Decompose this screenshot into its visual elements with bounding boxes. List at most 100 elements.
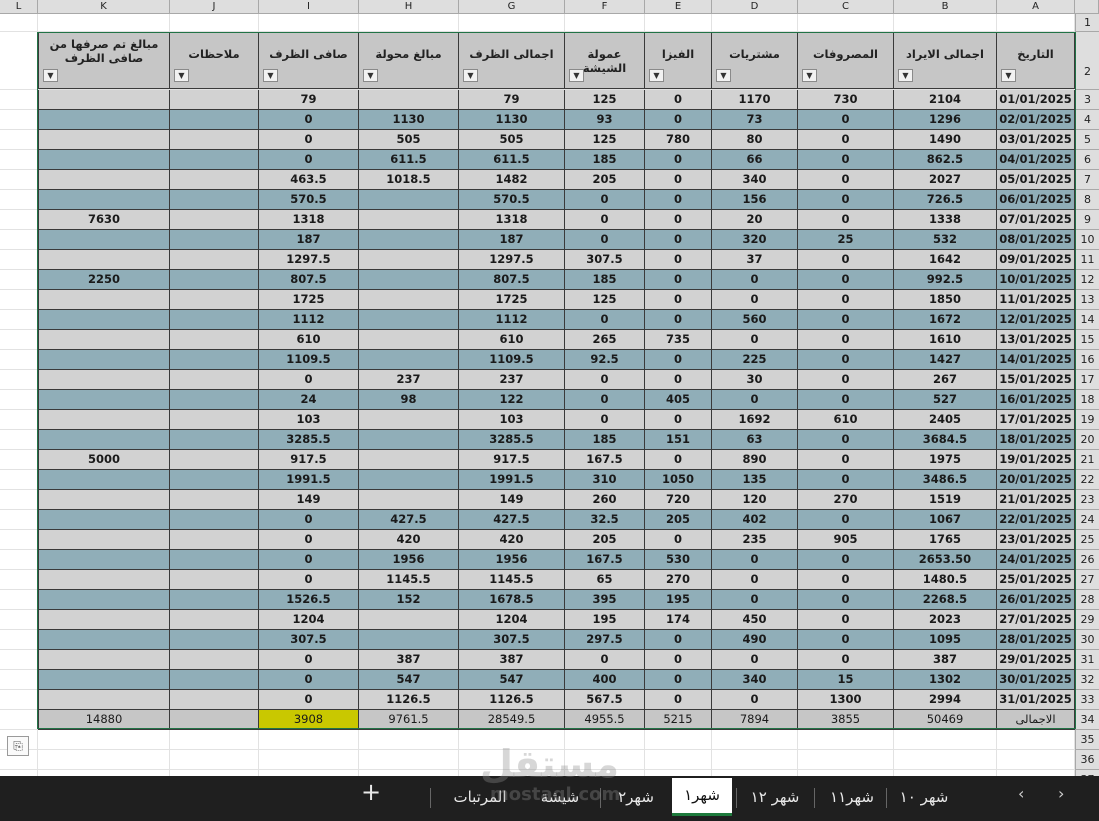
cell-E18[interactable]: 405 <box>645 390 712 410</box>
cell-I18[interactable]: 24 <box>259 390 359 410</box>
row-header-35[interactable]: 35 <box>1075 730 1099 750</box>
cell-G28[interactable]: 1678.5 <box>459 590 565 610</box>
cell-F28[interactable]: 395 <box>565 590 645 610</box>
cell-D5[interactable]: 80 <box>712 130 798 150</box>
cell-I23[interactable]: 149 <box>259 490 359 510</box>
cell-C30[interactable]: 0 <box>798 630 894 650</box>
cell-F4[interactable]: 93 <box>565 110 645 130</box>
cell-A6[interactable]: 04/01/2025 <box>997 150 1075 170</box>
cell-K14[interactable] <box>38 310 170 330</box>
cell-F26[interactable]: 167.5 <box>565 550 645 570</box>
total-cell-I[interactable]: 3908 <box>259 710 359 730</box>
row-header-20[interactable]: 20 <box>1075 430 1099 450</box>
cell-J25[interactable] <box>170 530 259 550</box>
cell-H30[interactable] <box>359 630 459 650</box>
cell-C6[interactable]: 0 <box>798 150 894 170</box>
cell-E32[interactable]: 0 <box>645 670 712 690</box>
cell-E28[interactable]: 195 <box>645 590 712 610</box>
column-header-L[interactable]: L <box>0 0 38 14</box>
cell-D7[interactable]: 340 <box>712 170 798 190</box>
cell-I15[interactable]: 610 <box>259 330 359 350</box>
column-header-K[interactable]: K <box>38 0 170 14</box>
cell-A24[interactable]: 22/01/2025 <box>997 510 1075 530</box>
cell-K4[interactable] <box>38 110 170 130</box>
cell-J30[interactable] <box>170 630 259 650</box>
row-header-3[interactable]: 3 <box>1075 90 1099 110</box>
row-header-6[interactable]: 6 <box>1075 150 1099 170</box>
cell-G3[interactable]: 79 <box>459 90 565 110</box>
row-header-34[interactable]: 34 <box>1075 710 1099 730</box>
cell-F25[interactable]: 205 <box>565 530 645 550</box>
column-header-H[interactable]: H <box>359 0 459 14</box>
filter-dropdown-icon[interactable]: ▼ <box>802 69 817 82</box>
cell-I32[interactable]: 0 <box>259 670 359 690</box>
cell-K19[interactable] <box>38 410 170 430</box>
cell-F14[interactable]: 0 <box>565 310 645 330</box>
cell-G26[interactable]: 1956 <box>459 550 565 570</box>
cell-K11[interactable] <box>38 250 170 270</box>
cell-I29[interactable]: 1204 <box>259 610 359 630</box>
cell-H10[interactable] <box>359 230 459 250</box>
cell-K16[interactable] <box>38 350 170 370</box>
cell-E11[interactable]: 0 <box>645 250 712 270</box>
cell-J27[interactable] <box>170 570 259 590</box>
filter-dropdown-icon[interactable]: ▼ <box>263 69 278 82</box>
filter-dropdown-icon[interactable]: ▼ <box>716 69 731 82</box>
cell-I16[interactable]: 1109.5 <box>259 350 359 370</box>
cell-E25[interactable]: 0 <box>645 530 712 550</box>
cell-I7[interactable]: 463.5 <box>259 170 359 190</box>
column-header-C[interactable]: C <box>798 0 894 14</box>
cell-I10[interactable]: 187 <box>259 230 359 250</box>
cell-D25[interactable]: 235 <box>712 530 798 550</box>
cell-D26[interactable]: 0 <box>712 550 798 570</box>
cell-G11[interactable]: 1297.5 <box>459 250 565 270</box>
cell-F7[interactable]: 205 <box>565 170 645 190</box>
cell-A12[interactable]: 10/01/2025 <box>997 270 1075 290</box>
cell-K7[interactable] <box>38 170 170 190</box>
cell-E13[interactable]: 0 <box>645 290 712 310</box>
column-header-G[interactable]: G <box>459 0 565 14</box>
cell-B6[interactable]: 862.5 <box>894 150 997 170</box>
cell-B10[interactable]: 532 <box>894 230 997 250</box>
cell-F12[interactable]: 185 <box>565 270 645 290</box>
filter-dropdown-icon[interactable]: ▼ <box>463 69 478 82</box>
row-header-1[interactable]: 1 <box>1075 14 1099 32</box>
cell-F16[interactable]: 92.5 <box>565 350 645 370</box>
cell-G22[interactable]: 1991.5 <box>459 470 565 490</box>
cell-C33[interactable]: 1300 <box>798 690 894 710</box>
cell-F18[interactable]: 0 <box>565 390 645 410</box>
cell-G18[interactable]: 122 <box>459 390 565 410</box>
cell-C22[interactable]: 0 <box>798 470 894 490</box>
column-header-E[interactable]: E <box>645 0 712 14</box>
cell-E27[interactable]: 270 <box>645 570 712 590</box>
cell-E6[interactable]: 0 <box>645 150 712 170</box>
cell-A5[interactable]: 03/01/2025 <box>997 130 1075 150</box>
cell-G5[interactable]: 505 <box>459 130 565 150</box>
cell-I21[interactable]: 917.5 <box>259 450 359 470</box>
cell-A3[interactable]: 01/01/2025 <box>997 90 1075 110</box>
cell-G23[interactable]: 149 <box>459 490 565 510</box>
cell-E8[interactable]: 0 <box>645 190 712 210</box>
row-header-36[interactable]: 36 <box>1075 750 1099 770</box>
cell-B29[interactable]: 2023 <box>894 610 997 630</box>
cell-D18[interactable]: 0 <box>712 390 798 410</box>
total-cell-H[interactable]: 9761.5 <box>359 710 459 730</box>
cell-E5[interactable]: 780 <box>645 130 712 150</box>
row-header-32[interactable]: 32 <box>1075 670 1099 690</box>
row-header-33[interactable]: 33 <box>1075 690 1099 710</box>
cell-I14[interactable]: 1112 <box>259 310 359 330</box>
cell-K13[interactable] <box>38 290 170 310</box>
header-cell-B[interactable]: اجمالى الايراد ▼ <box>894 33 997 89</box>
cell-K12[interactable]: 2250 <box>38 270 170 290</box>
row-header-31[interactable]: 31 <box>1075 650 1099 670</box>
cell-E19[interactable]: 0 <box>645 410 712 430</box>
cell-A29[interactable]: 27/01/2025 <box>997 610 1075 630</box>
cell-H17[interactable]: 237 <box>359 370 459 390</box>
cell-G10[interactable]: 187 <box>459 230 565 250</box>
cell-K5[interactable] <box>38 130 170 150</box>
cell-D9[interactable]: 20 <box>712 210 798 230</box>
cell-J11[interactable] <box>170 250 259 270</box>
cell-B20[interactable]: 3684.5 <box>894 430 997 450</box>
scroll-tabs-right-icon[interactable]: › <box>1058 784 1064 803</box>
cell-J10[interactable] <box>170 230 259 250</box>
